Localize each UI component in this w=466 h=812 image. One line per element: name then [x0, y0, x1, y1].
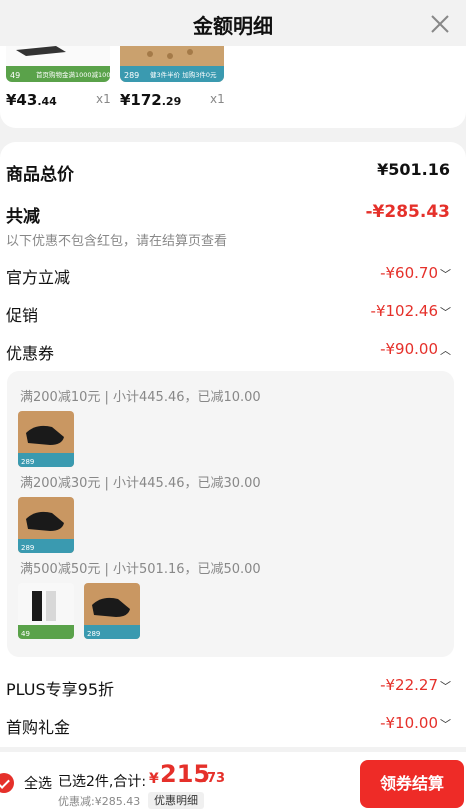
- product-qty: x1: [96, 92, 111, 106]
- row-value: -¥60.70: [380, 264, 438, 282]
- chevron-up-icon[interactable]: ︿: [440, 342, 451, 358]
- row-value: -¥90.00: [380, 340, 438, 358]
- product-thumb[interactable]: 49 首页购物金满1000减100: [6, 46, 110, 82]
- row-value: -¥102.46: [370, 302, 438, 320]
- discount-label: 共减: [6, 207, 40, 227]
- banner-text: 首页购物金满1000减100: [36, 70, 110, 79]
- discount-note: 以下优惠不包含红包，请在结算页查看: [6, 234, 228, 249]
- discount-value: -¥285.43: [365, 202, 451, 222]
- product-card: 49 首页购物金满1000减100 ¥43.44 x1 289 健3件半价 加购…: [0, 46, 466, 128]
- product-price: ¥43.44: [6, 91, 57, 109]
- page-title: 金额明细: [193, 14, 273, 38]
- chevron-down-icon[interactable]: ﹀: [440, 716, 451, 732]
- coupon-product-thumb[interactable]: 289: [84, 583, 140, 639]
- official-discount-row[interactable]: 官方立减 -¥60.70 ﹀: [6, 264, 451, 290]
- svg-text:49: 49: [10, 71, 20, 80]
- row-label: PLUS专享95折: [6, 680, 114, 699]
- coupon-product-thumb[interactable]: 289: [18, 411, 74, 467]
- row-value: -¥10.00: [380, 714, 438, 732]
- coupon-detail-box: 满200减10元 | 小计445.46，已减10.00 289 满200减30元…: [7, 371, 454, 657]
- check-circle-icon[interactable]: [0, 773, 14, 793]
- coupon-product-thumb[interactable]: 49: [18, 583, 74, 639]
- svg-text:健3件半价 加购3件0元: 健3件半价 加购3件0元: [150, 70, 217, 79]
- selected-info: 已选2件,合计:: [58, 774, 147, 790]
- chevron-down-icon[interactable]: ﹀: [440, 678, 451, 694]
- svg-text:289: 289: [124, 71, 139, 80]
- product-qty: x1: [210, 92, 225, 106]
- promotion-row[interactable]: 促销 -¥102.46 ﹀: [6, 302, 451, 328]
- discount-detail-button[interactable]: 优惠明细: [148, 792, 204, 809]
- row-label: 首购礼金: [6, 718, 71, 737]
- checkout-button[interactable]: 领券结算: [360, 760, 464, 808]
- close-icon[interactable]: [426, 10, 454, 38]
- product-price: ¥172.29: [120, 91, 182, 109]
- sum-currency: ¥: [149, 771, 159, 787]
- plus-discount-row[interactable]: PLUS专享95折 -¥22.27 ﹀: [6, 676, 451, 702]
- svg-text:289: 289: [21, 458, 34, 466]
- chevron-down-icon[interactable]: ﹀: [440, 304, 451, 320]
- coupon-row[interactable]: 优惠券 -¥90.00 ︿: [6, 340, 451, 366]
- save-info: 优惠减:¥285.43: [58, 795, 141, 808]
- header: 金额明细: [0, 0, 466, 50]
- product-thumb[interactable]: 289 健3件半价 加购3件0元: [120, 46, 224, 82]
- row-label: 官方立减: [6, 268, 71, 287]
- total-value: ¥501.16: [377, 160, 450, 179]
- sum-decimal: .73: [202, 771, 226, 786]
- coupon-line: 满500减50元 | 小计501.16，已减50.00: [20, 562, 261, 577]
- bottom-bar: 全选 已选2件,合计: ¥ 215 .73 优惠减:¥285.43 优惠明细 领…: [0, 752, 466, 812]
- svg-text:289: 289: [87, 630, 100, 638]
- row-label: 促销: [6, 306, 39, 325]
- svg-text:49: 49: [21, 630, 30, 638]
- row-value: -¥22.27: [380, 676, 438, 694]
- coupon-line: 满200减10元 | 小计445.46，已减10.00: [20, 390, 261, 405]
- svg-text:289: 289: [21, 544, 34, 552]
- discount-row: 共减 -¥285.43: [6, 202, 450, 228]
- total-price-row: 商品总价 ¥501.16: [6, 160, 450, 186]
- total-label: 商品总价: [6, 165, 74, 185]
- coupon-product-thumb[interactable]: 289: [18, 497, 74, 553]
- coupon-line: 满200减30元 | 小计445.46，已减30.00: [20, 476, 261, 491]
- select-all-label[interactable]: 全选: [24, 773, 52, 793]
- row-label: 优惠券: [6, 344, 55, 363]
- chevron-down-icon[interactable]: ﹀: [440, 266, 451, 282]
- first-purchase-row[interactable]: 首购礼金 -¥10.00 ﹀: [6, 714, 451, 740]
